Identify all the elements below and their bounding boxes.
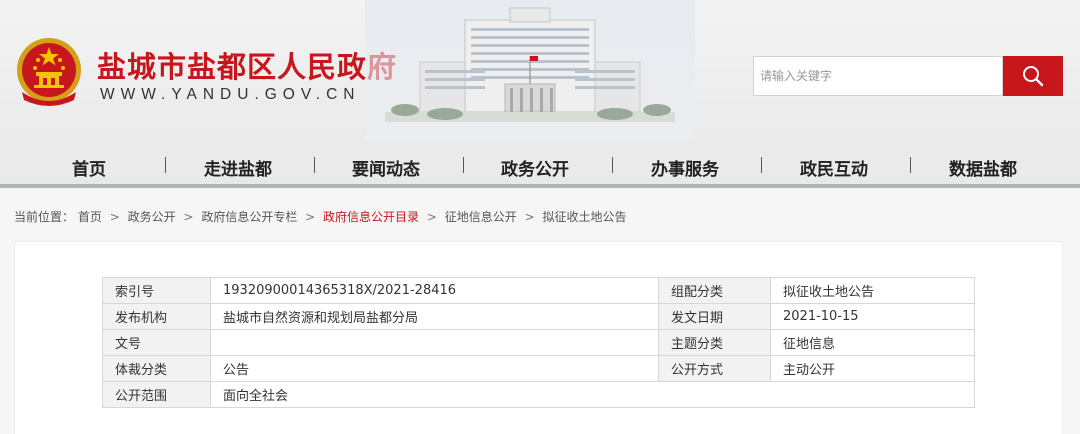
breadcrumb-label: 当前位置： — [14, 210, 75, 224]
breadcrumb-item-catalog[interactable]: 政府信息公开目录 — [323, 210, 419, 224]
main-nav: 首页 走进盐都 要闻动态 政务公开 办事服务 政民互动 数据盐都 — [0, 140, 1080, 185]
table-row: 文号 主题分类 征地信息 — [102, 329, 975, 356]
breadcrumb-separator: > — [426, 210, 437, 224]
meta-value — [210, 329, 659, 356]
breadcrumb-item-land-info[interactable]: 征地信息公开 — [445, 210, 517, 224]
breadcrumb-item-gov-info[interactable]: 政务公开 — [128, 210, 176, 224]
national-emblem-icon — [17, 38, 81, 106]
breadcrumb-item-current[interactable]: 拟征收土地公告 — [543, 210, 627, 224]
breadcrumb-separator: > — [305, 210, 316, 224]
meta-value: 2021-10-15 — [770, 303, 975, 330]
meta-value: 主动公开 — [770, 355, 975, 382]
meta-value: 征地信息 — [770, 329, 975, 356]
meta-key: 主题分类 — [658, 329, 771, 356]
breadcrumb-separator: > — [524, 210, 535, 224]
search-icon — [1023, 66, 1044, 87]
site-title[interactable]: 盐城市盐都区人民政府 — [97, 44, 397, 86]
nav-item-about[interactable]: 走进盐都 — [204, 155, 272, 180]
breadcrumb-separator: > — [109, 210, 120, 224]
meta-key: 索引号 — [102, 277, 211, 304]
nav-item-home[interactable]: 首页 — [72, 155, 106, 180]
meta-key: 公开范围 — [102, 381, 211, 408]
nav-item-gov-info[interactable]: 政务公开 — [501, 155, 569, 180]
nav-separator — [165, 157, 166, 173]
meta-value: 拟征收土地公告 — [770, 277, 975, 304]
meta-key: 文号 — [102, 329, 211, 356]
meta-value: 19320900014365318X/2021-28416 — [210, 277, 659, 304]
nav-divider — [0, 184, 1080, 188]
search-button[interactable] — [1003, 56, 1063, 96]
government-building-image — [365, 0, 695, 140]
meta-key: 公开方式 — [658, 355, 771, 382]
nav-item-services[interactable]: 办事服务 — [651, 155, 719, 180]
table-row: 索引号 19320900014365318X/2021-28416 组配分类 拟… — [102, 277, 975, 304]
nav-item-interaction[interactable]: 政民互动 — [800, 155, 868, 180]
nav-item-news[interactable]: 要闻动态 — [352, 155, 420, 180]
breadcrumb: 当前位置： 首页 > 政务公开 > 政府信息公开专栏 > 政府信息公开目录 > … — [14, 208, 627, 225]
nav-separator — [612, 157, 613, 173]
nav-separator — [314, 157, 315, 173]
breadcrumb-separator: > — [183, 210, 194, 224]
meta-key: 组配分类 — [658, 277, 771, 304]
table-row: 发布机构 盐城市自然资源和规划局盐都分局 发文日期 2021-10-15 — [102, 303, 975, 330]
nav-separator — [910, 157, 911, 173]
nav-item-data[interactable]: 数据盐都 — [949, 155, 1017, 180]
table-row: 体裁分类 公告 公开方式 主动公开 — [102, 355, 975, 382]
meta-value: 面向全社会 — [210, 381, 975, 408]
meta-value: 公告 — [210, 355, 659, 382]
table-row: 公开范围 面向全社会 — [102, 381, 975, 408]
meta-key: 体裁分类 — [102, 355, 211, 382]
meta-value: 盐城市自然资源和规划局盐都分局 — [210, 303, 659, 330]
document-meta-table: 索引号 19320900014365318X/2021-28416 组配分类 拟… — [102, 277, 975, 408]
site-url: WWW.YANDU.GOV.CN — [100, 86, 361, 103]
meta-key: 发布机构 — [102, 303, 211, 330]
breadcrumb-item-home[interactable]: 首页 — [78, 210, 102, 224]
nav-separator — [761, 157, 762, 173]
nav-separator — [463, 157, 464, 173]
meta-key: 发文日期 — [658, 303, 771, 330]
breadcrumb-item-info-column[interactable]: 政府信息公开专栏 — [201, 210, 297, 224]
search-input[interactable] — [753, 56, 1003, 96]
